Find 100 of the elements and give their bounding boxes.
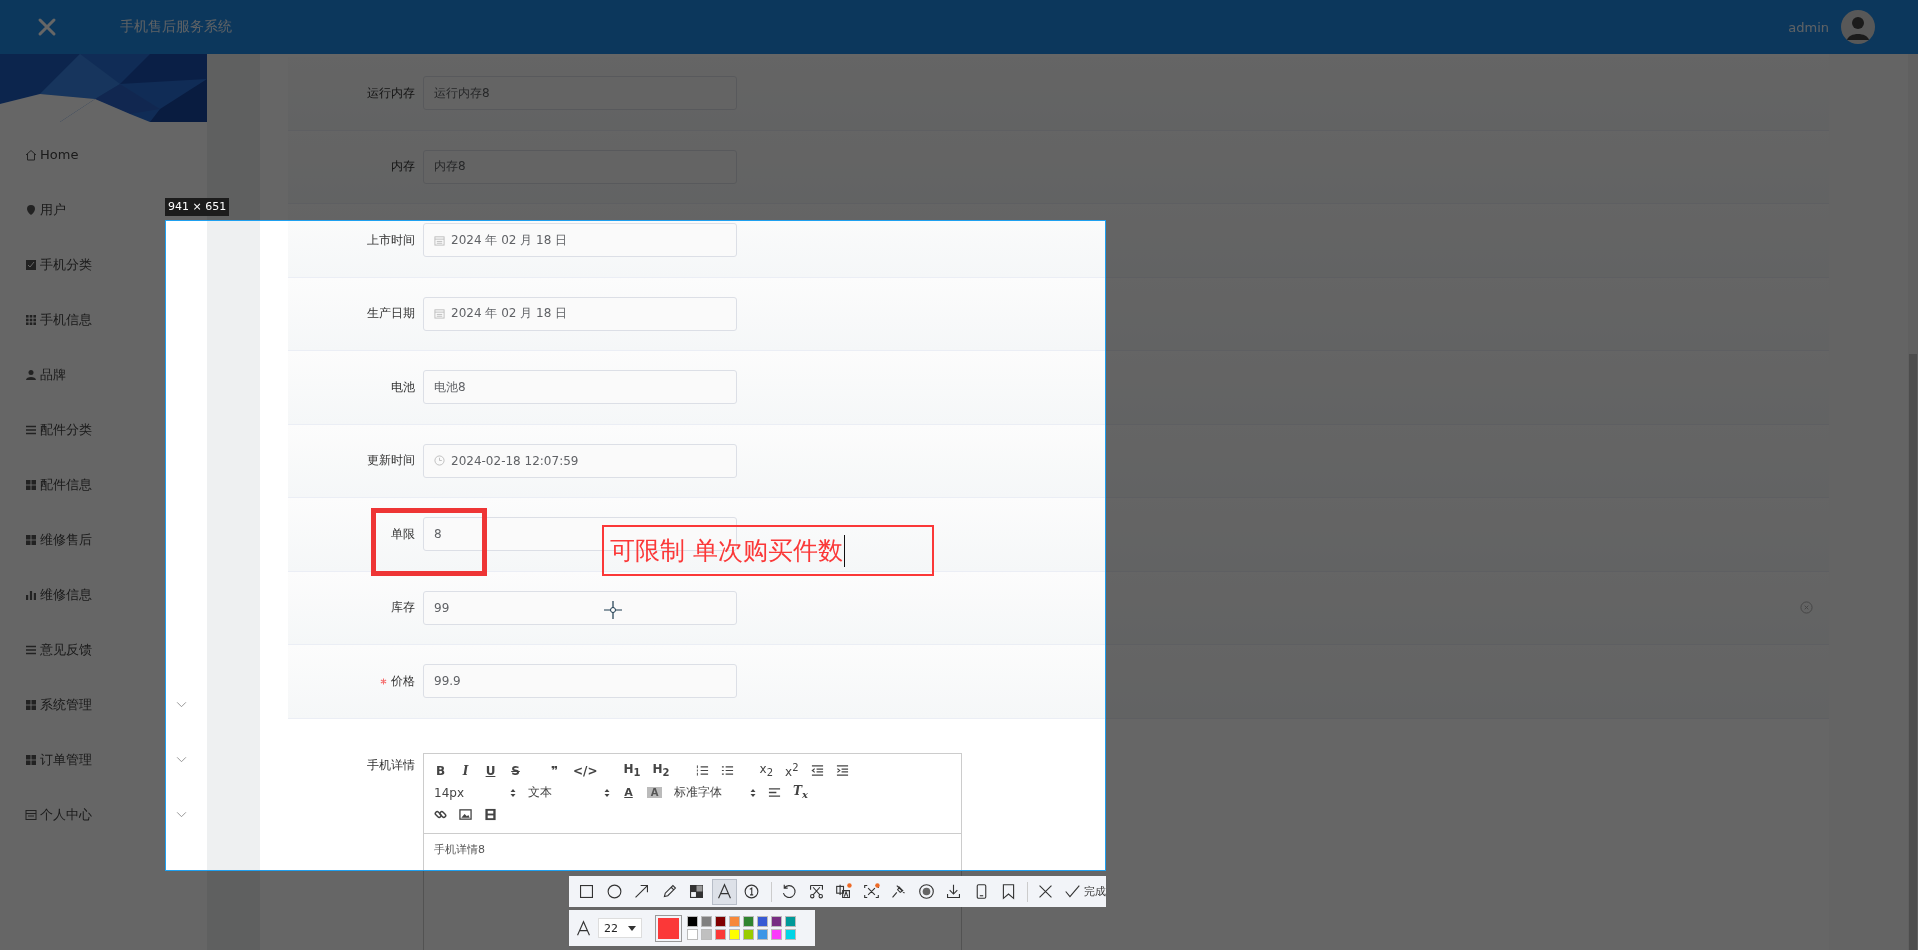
list-icon [25, 423, 37, 436]
arrow-icon [633, 883, 651, 900]
field-label: 内存 [390, 158, 415, 176]
dropdown-caret-icon [628, 925, 636, 931]
field-label: 库存 [390, 599, 415, 617]
format-button[interactable]: I [459, 763, 472, 778]
format-button[interactable]: x$_{2}$ [759, 762, 773, 779]
color-swatch[interactable] [743, 929, 754, 940]
bar-chart-icon [25, 588, 37, 601]
format-button[interactable]: U [484, 763, 497, 778]
format-button[interactable]: A [647, 787, 662, 798]
checkbox-icon [25, 258, 37, 271]
format-select[interactable]: 14px [434, 785, 516, 800]
current-color[interactable] [655, 914, 682, 942]
record-icon [917, 883, 935, 900]
grid-icon [25, 533, 37, 546]
size-label: 941 × 651 [165, 198, 230, 216]
input-field[interactable]: 2024 年 02 月 18 日 [423, 223, 737, 258]
format-button[interactable]: T$_{x}$ [793, 784, 808, 801]
field-label: 生产日期 [366, 305, 415, 323]
color-swatch[interactable] [701, 916, 712, 927]
format-select[interactable]: 文本 [528, 784, 610, 801]
pin-icon [890, 883, 908, 900]
format-button[interactable]: ❞ [548, 763, 561, 778]
up-down-caret-icon [750, 787, 756, 798]
field-label: 上市时间 [366, 231, 415, 249]
avatar-icon[interactable] [1841, 10, 1875, 44]
color-swatch[interactable] [785, 929, 796, 940]
up-down-caret-icon [510, 787, 516, 798]
color-swatch[interactable] [729, 929, 740, 940]
crosshair-icon [603, 600, 623, 620]
grid-icon [25, 753, 37, 766]
field-label: 更新时间 [366, 452, 415, 470]
outdent-icon[interactable] [810, 764, 824, 777]
number-circle-icon [743, 883, 761, 900]
format-button[interactable]: H$_{1}$ [623, 762, 641, 779]
ocr-icon [862, 883, 880, 900]
input-field[interactable]: 99 [423, 590, 737, 625]
color-swatch[interactable] [743, 916, 754, 927]
color-swatch[interactable] [701, 929, 712, 940]
color-swatch[interactable] [729, 916, 740, 927]
video-icon[interactable] [484, 808, 497, 821]
font-icon [715, 883, 733, 900]
color-swatch[interactable] [785, 916, 796, 927]
translate-icon [835, 883, 853, 900]
color-swatch[interactable] [771, 916, 782, 927]
input-field[interactable]: 99.9 [423, 664, 737, 699]
card-icon [25, 808, 37, 821]
color-swatch[interactable] [687, 916, 698, 927]
format-button[interactable]: A [622, 786, 635, 799]
app-title: 手机售后服务系统 [120, 18, 232, 36]
align-icon[interactable] [768, 786, 781, 799]
highlight-rectangle[interactable] [371, 508, 487, 576]
editor-content[interactable]: 手机详情8 [424, 833, 961, 865]
check-icon [1064, 883, 1081, 900]
grid-icon [25, 698, 37, 711]
field-label: 单限 [390, 525, 415, 543]
done-button[interactable]: 完成 [1064, 883, 1106, 900]
clock-icon [434, 455, 445, 467]
indent-icon[interactable] [835, 764, 849, 777]
field-label: 价格 [288, 672, 415, 690]
location-pin-icon [25, 203, 37, 216]
format-button[interactable]: </> [573, 763, 598, 778]
field-label: 电池 [390, 378, 415, 396]
link-icon[interactable] [434, 808, 447, 821]
list-icon [25, 643, 37, 656]
input-field[interactable]: 电池8 [423, 370, 737, 405]
format-button[interactable]: H$_{2}$ [652, 762, 670, 779]
field-label: 手机详情 [366, 756, 415, 774]
color-swatch[interactable] [715, 929, 726, 940]
download-icon [945, 883, 963, 900]
grid-icon [25, 313, 37, 326]
ol-icon[interactable] [695, 764, 709, 777]
annotation-text[interactable]: 可限制 单次购买件数 [602, 525, 934, 576]
image-icon[interactable] [459, 808, 472, 821]
color-swatch[interactable] [757, 929, 768, 940]
font-size-select[interactable]: 22 [598, 918, 642, 938]
font-icon [575, 919, 592, 937]
input-field[interactable]: 2024 年 02 月 18 日 [423, 296, 737, 331]
tool-button[interactable] [711, 878, 738, 905]
input-field[interactable]: 2024-02-18 12:07:59 [423, 443, 737, 478]
color-swatch[interactable] [757, 916, 768, 927]
circle-icon [605, 883, 623, 900]
ul-icon[interactable] [720, 764, 734, 777]
color-swatch[interactable] [715, 916, 726, 927]
grid-icon [25, 478, 37, 491]
home-icon [25, 148, 37, 161]
format-button[interactable]: B [434, 763, 447, 778]
color-swatch[interactable] [771, 929, 782, 940]
up-down-caret-icon [604, 787, 610, 798]
rectangle-icon [578, 883, 596, 900]
calendar-icon [434, 308, 445, 320]
calendar-icon [434, 234, 445, 246]
mosaic-icon [688, 883, 706, 900]
scissors-icon [807, 883, 825, 900]
format-button[interactable]: S [509, 763, 522, 778]
format-button[interactable]: x$^{2}$ [785, 762, 799, 779]
color-swatch[interactable] [687, 929, 698, 940]
person-icon [25, 368, 37, 381]
format-select[interactable]: 标准字体 [674, 784, 756, 801]
